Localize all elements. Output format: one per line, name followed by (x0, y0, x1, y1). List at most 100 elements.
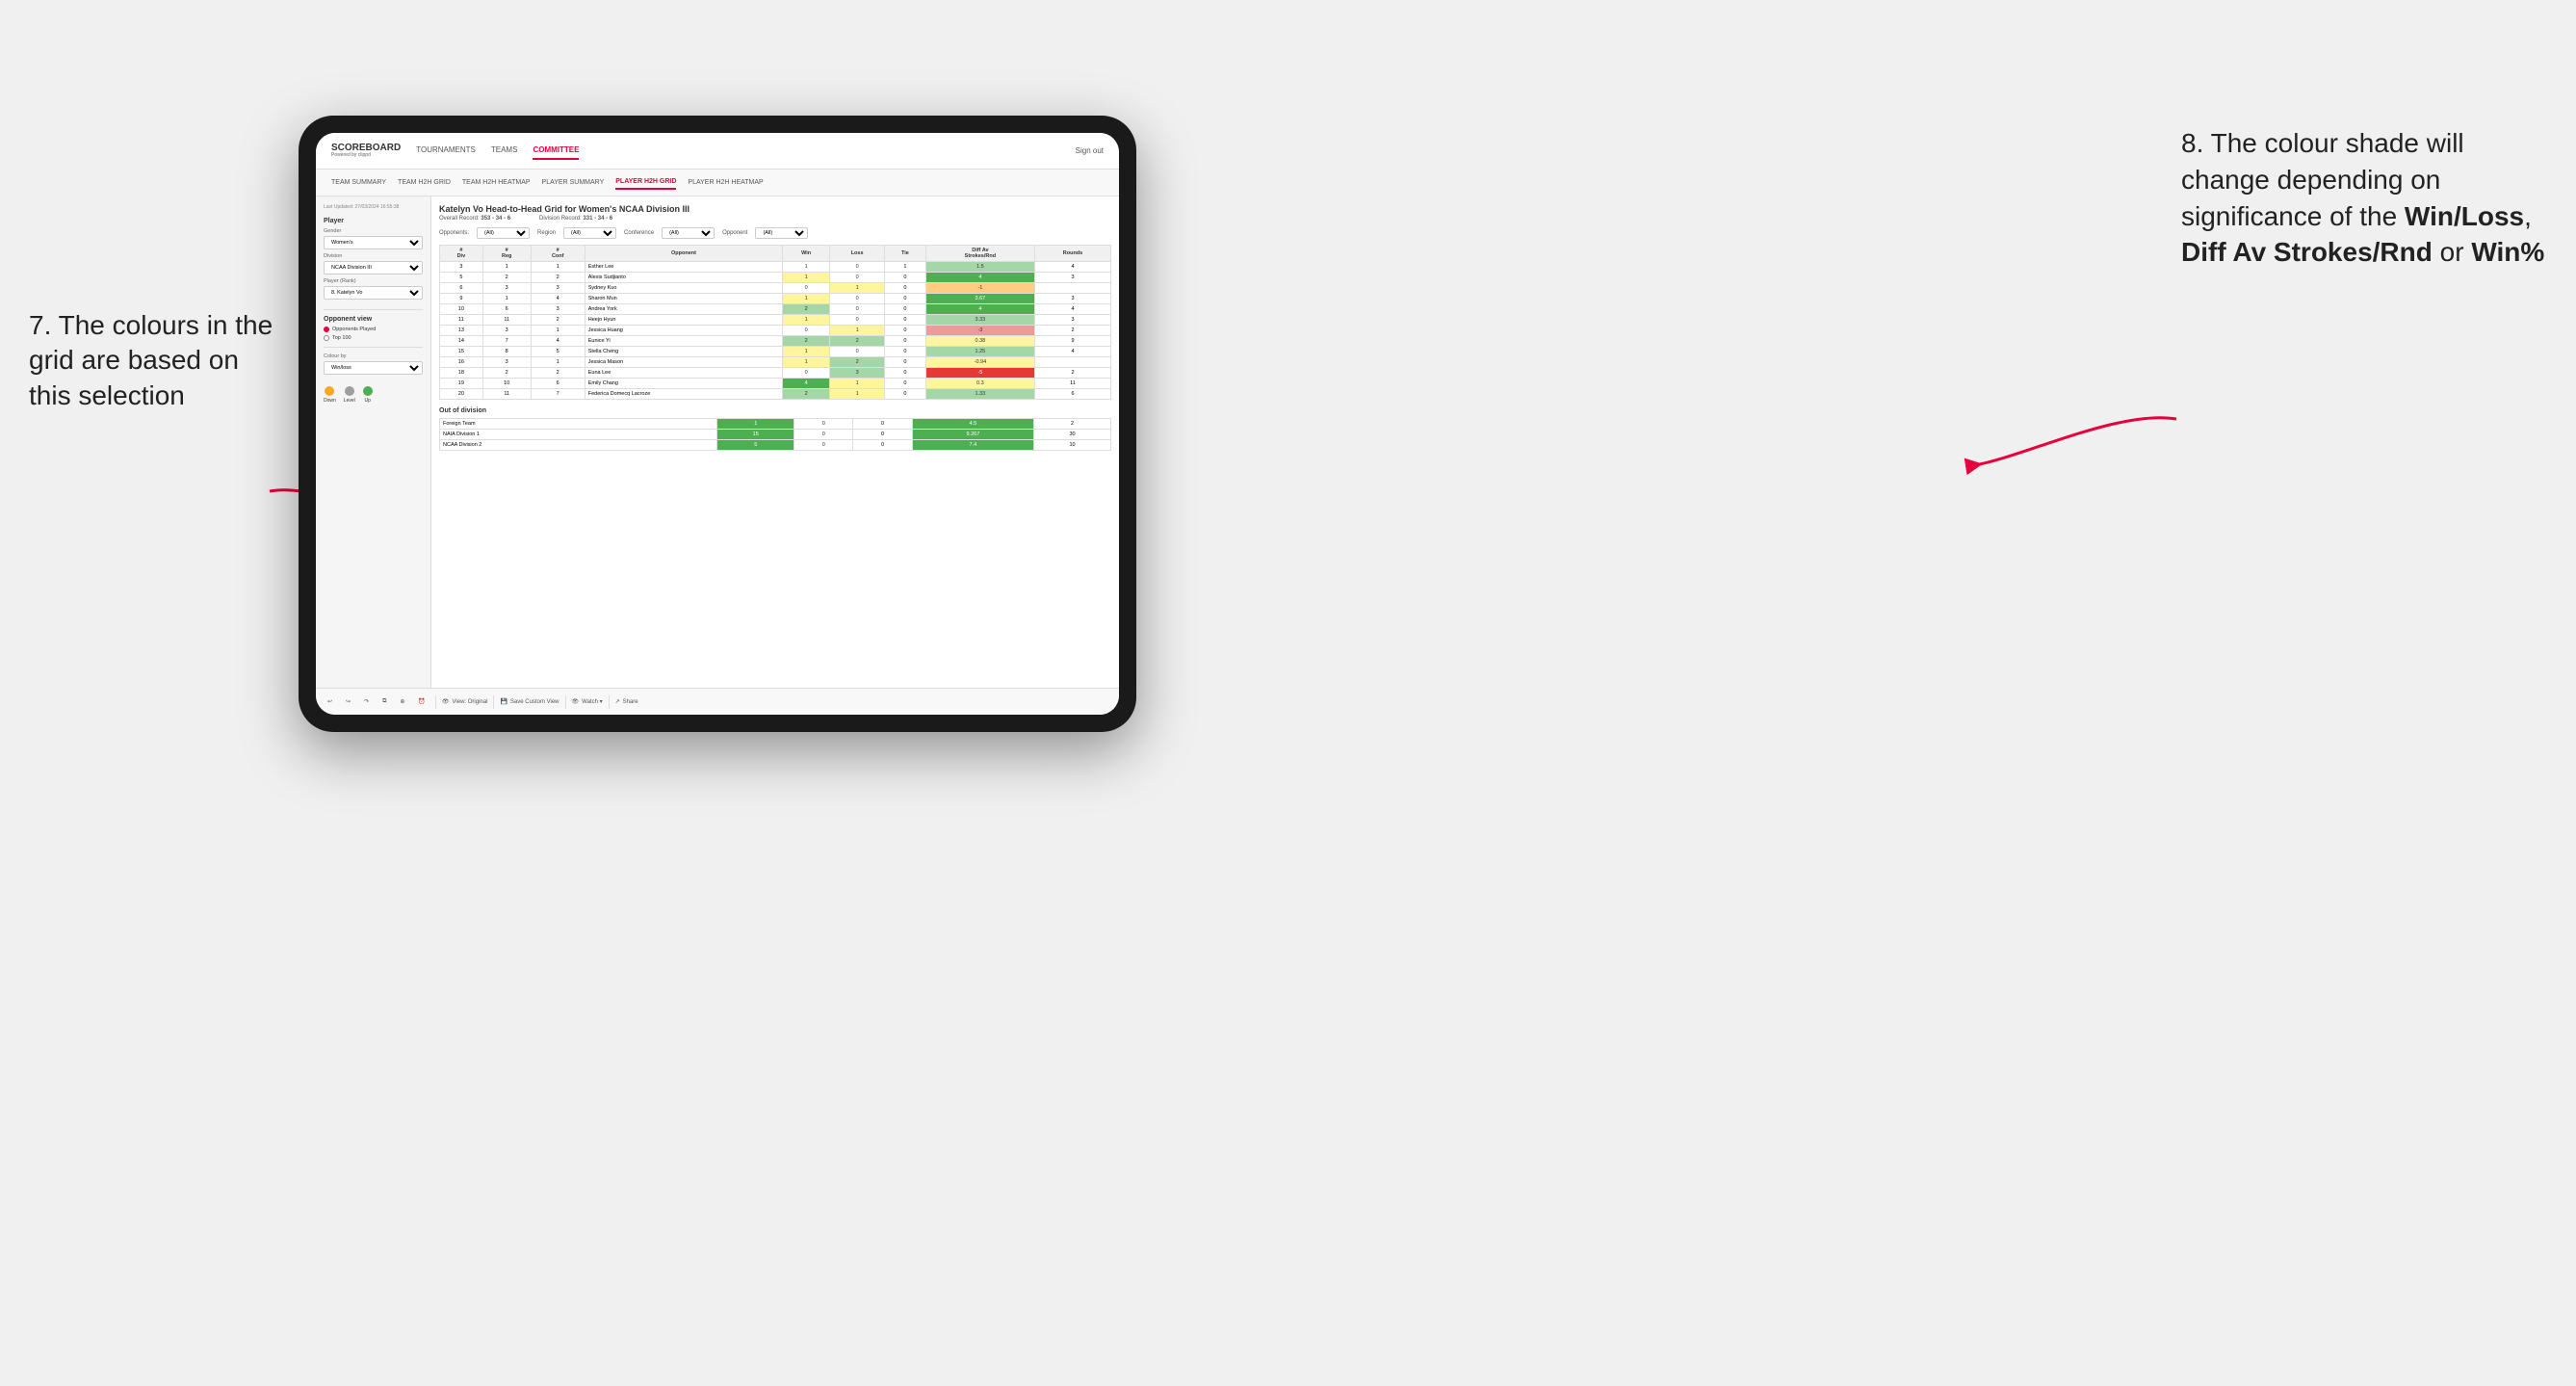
subnav-player-h2h-grid[interactable]: PLAYER H2H GRID (615, 175, 676, 190)
annotation-right: 8. The colour shade will change dependin… (2181, 125, 2547, 271)
cell-reg: 7 (482, 336, 531, 347)
out-cell-opponent: NAIA Division 1 (440, 430, 717, 440)
out-cell-rounds: 2 (1034, 419, 1111, 430)
cell-loss: 2 (830, 336, 885, 347)
legend-level: Level (344, 386, 355, 404)
cell-div: 6 (440, 283, 483, 294)
cell-reg: 3 (482, 283, 531, 294)
cell-win: 1 (783, 347, 830, 357)
cell-win: 1 (783, 315, 830, 326)
timestamp: Last Updated: 27/03/2024 16:55:38 (324, 204, 423, 210)
cell-reg: 3 (482, 326, 531, 336)
tablet-screen: SCOREBOARD Powered by clippd TOURNAMENTS… (316, 133, 1119, 715)
cell-opponent: Esther Lee (585, 262, 782, 273)
copy-btn[interactable]: ⧉ (378, 696, 390, 707)
cell-div: 20 (440, 389, 483, 400)
watch-label[interactable]: 👁 Watch ▾ (572, 698, 603, 705)
cell-diff: -0.94 (925, 357, 1034, 368)
filter-opponent-select[interactable]: (All) (755, 227, 808, 239)
player-rank-label: Player (Rank) (324, 278, 423, 284)
cell-reg: 6 (482, 304, 531, 315)
cell-div: 19 (440, 379, 483, 389)
cell-tie: 0 (885, 347, 926, 357)
out-cell-loss: 0 (794, 419, 853, 430)
cell-loss: 0 (830, 294, 885, 304)
subnav-player-h2h-heatmap[interactable]: PLAYER H2H HEATMAP (688, 176, 763, 189)
logo: SCOREBOARD Powered by clippd (331, 143, 401, 159)
legend-up: Up (363, 386, 373, 404)
cell-loss: 1 (830, 326, 885, 336)
division-select[interactable]: NCAA Division III NCAA Division I NCAA D… (324, 261, 423, 275)
bottom-toolbar: ↩ ↪ ↷ ⧉ ⊕ ⏰ 👁 View: Original 💾 Save Cust… (316, 688, 1119, 715)
nav-signin[interactable]: Sign out (1076, 146, 1104, 155)
overall-record: Overall Record: 353 - 34 - 6 (439, 216, 510, 222)
legend-up-label: Up (365, 398, 371, 404)
undo-btn[interactable]: ↩ (324, 696, 336, 707)
cell-loss: 1 (830, 379, 885, 389)
subnav-player-summary[interactable]: PLAYER SUMMARY (542, 176, 605, 189)
subnav-team-h2h-grid[interactable]: TEAM H2H GRID (398, 176, 451, 189)
out-cell-tie: 0 (853, 430, 912, 440)
cell-diff: 3.33 (925, 315, 1034, 326)
cell-win: 0 (783, 368, 830, 379)
cell-conf: 3 (531, 304, 585, 315)
filter-conference-select[interactable]: (All) (662, 227, 715, 239)
table-row: 10 6 3 Andrea York 2 0 0 4 4 (440, 304, 1111, 315)
cell-tie: 0 (885, 294, 926, 304)
player-rank-select[interactable]: 8. Katelyn Vo (324, 286, 423, 300)
cell-opponent: Emily Chang (585, 379, 782, 389)
cell-div: 13 (440, 326, 483, 336)
cell-opponent: Sharon Mun (585, 294, 782, 304)
cell-rounds: 3 (1034, 273, 1110, 283)
cell-diff: 0.3 (925, 379, 1034, 389)
gender-select[interactable]: Women's Men's (324, 236, 423, 249)
radio-top100[interactable]: Top 100 (324, 335, 423, 341)
nav-committee[interactable]: COMMITTEE (533, 142, 579, 160)
colour-by-select[interactable]: Win/loss Diff Av Strokes/Rnd Win% (324, 361, 423, 375)
cell-conf: 7 (531, 389, 585, 400)
nav-tournaments[interactable]: TOURNAMENTS (416, 142, 476, 160)
paste-btn[interactable]: ⊕ (396, 696, 408, 707)
cell-tie: 0 (885, 273, 926, 283)
filter-all-select[interactable]: (All) (477, 227, 530, 239)
table-row: 15 8 5 Stella Cheng 1 0 0 1.25 4 (440, 347, 1111, 357)
redo-btn[interactable]: ↪ (342, 696, 354, 707)
cell-conf: 4 (531, 336, 585, 347)
cell-conf: 1 (531, 262, 585, 273)
out-cell-rounds: 30 (1034, 430, 1111, 440)
cell-loss: 0 (830, 273, 885, 283)
legend-down: Down (324, 386, 336, 404)
subnav-team-h2h-heatmap[interactable]: TEAM H2H HEATMAP (462, 176, 531, 189)
view-original-text: View: Original (453, 699, 488, 705)
filter-region-select[interactable]: (All) (563, 227, 616, 239)
watch-icon: 👁 (572, 698, 580, 705)
subnav-team-summary[interactable]: TEAM SUMMARY (331, 176, 386, 189)
cell-win: 2 (783, 304, 830, 315)
legend-down-dot (325, 386, 334, 396)
save-custom-label[interactable]: 💾 Save Custom View (500, 698, 559, 705)
radio-opponents-played[interactable]: Opponents Played (324, 327, 423, 332)
cell-diff: -5 (925, 368, 1034, 379)
nav-teams[interactable]: TEAMS (491, 142, 518, 160)
forward-btn[interactable]: ↷ (360, 696, 373, 707)
toolbar-divider-3 (565, 695, 566, 709)
cell-rounds: 9 (1034, 336, 1110, 347)
cell-reg: 11 (482, 389, 531, 400)
player-section-title: Player (324, 218, 423, 224)
cell-rounds: 3 (1034, 294, 1110, 304)
out-cell-tie: 0 (853, 440, 912, 451)
clock-btn[interactable]: ⏰ (414, 696, 429, 707)
cell-div: 3 (440, 262, 483, 273)
cell-conf: 2 (531, 273, 585, 283)
cell-conf: 6 (531, 379, 585, 389)
share-label[interactable]: ↗ Share (615, 698, 638, 705)
cell-diff: -3 (925, 326, 1034, 336)
nav-bar: SCOREBOARD Powered by clippd TOURNAMENTS… (316, 133, 1119, 170)
cell-loss: 0 (830, 315, 885, 326)
cell-rounds: 6 (1034, 389, 1110, 400)
out-cell-rounds: 10 (1034, 440, 1111, 451)
main-table: #Div #Reg #Conf Opponent Win Loss Tie Di… (439, 245, 1111, 400)
cell-opponent: Euna Lee (585, 368, 782, 379)
out-table-row: NCAA Division 2 5 0 0 7.4 10 (440, 440, 1111, 451)
view-original-label[interactable]: 👁 View: Original (442, 698, 488, 705)
